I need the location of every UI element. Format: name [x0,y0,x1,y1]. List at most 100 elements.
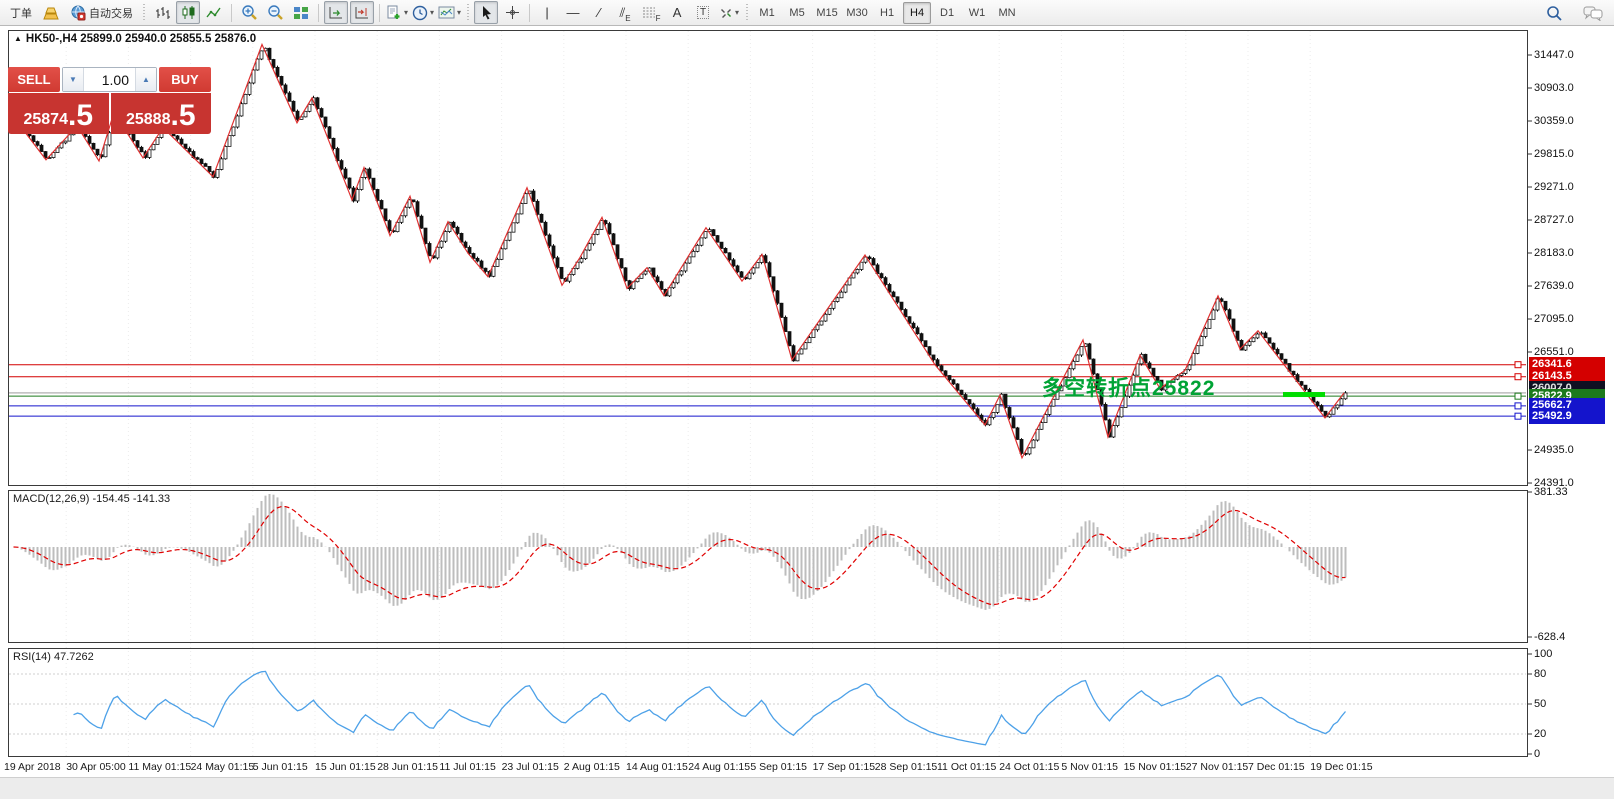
toolbar-grip[interactable] [142,4,146,22]
rsi-tick-label: 20 [1534,728,1546,740]
time-axis-label: 5 Nov 01:15 [1061,761,1118,773]
macd-pane[interactable] [8,490,1528,643]
crosshair-icon [505,5,520,20]
time-axis-label: 15 Nov 01:15 [1124,761,1186,773]
timeframe-m5[interactable]: M5 [783,2,811,24]
bar-chart-button[interactable] [150,1,174,24]
time-axis-label: 30 Apr 05:00 [66,761,126,773]
channel-button[interactable]: ⫽E [613,1,637,24]
time-axis-label: 5 Sep 01:15 [750,761,807,773]
arrows-button[interactable]: ▾ [717,1,741,24]
volume-decrease-button[interactable]: ▼ [63,68,84,91]
order-button[interactable]: 丁单 [5,1,37,24]
zoom-in-button[interactable] [237,1,261,24]
timeframe-h4[interactable]: H4 [903,2,931,24]
chat-button[interactable] [1581,2,1605,25]
text-label-button[interactable]: T [691,1,715,24]
rsi-label: RSI(14) 47.7262 [13,651,94,663]
time-axis-label: 19 Dec 01:15 [1310,761,1372,773]
price-tick-label: 30359.0 [1534,115,1574,127]
cursor-button[interactable] [474,1,498,24]
gold-icon [43,6,59,20]
bar-chart-icon [155,6,170,20]
price-tick-label: 27095.0 [1534,313,1574,325]
trendline-button[interactable]: ∕ [587,1,611,24]
timeframe-m15[interactable]: M15 [813,2,841,24]
price-tick-label: 28183.0 [1534,247,1574,259]
time-axis-label: 15 Jun 01:15 [315,761,376,773]
tile-windows-button[interactable] [289,1,313,24]
volume-value[interactable]: 1.00 [84,68,135,91]
collapse-arrow-icon[interactable]: ▲ [14,34,22,43]
tile-windows-icon [293,6,309,20]
text-button[interactable]: A [665,1,689,24]
sell-button[interactable]: SELL [8,67,60,92]
timeframe-m30[interactable]: M30 [843,2,871,24]
template-caret: ▾ [457,8,461,17]
search-button[interactable] [1542,2,1566,25]
timeframe-m1[interactable]: M1 [753,2,781,24]
toolbar-grip[interactable] [466,4,470,22]
auto-trading-globe-icon [70,5,86,21]
chart-template-icon [438,6,455,19]
toolbar-grip[interactable] [745,4,749,22]
bid-price[interactable]: 25874.5 [8,93,109,134]
price-line-label: 25492.9 [1529,409,1605,424]
time-axis-label: 11 May 01:15 [128,761,191,773]
time-axis-label: 14 Aug 01:15 [626,761,688,773]
timeframe-w1[interactable]: W1 [963,2,991,24]
arrows-caret: ▾ [735,8,739,17]
candlestick-chart-button[interactable] [176,1,200,24]
periods-button[interactable]: ▾ [411,1,435,24]
timeframe-h1[interactable]: H1 [873,2,901,24]
bid-price-main: 25874 [23,112,68,128]
rsi-tick-label: 50 [1534,698,1546,710]
buy-button-label: BUY [171,72,198,87]
horizontal-line-button[interactable]: — [561,1,585,24]
timeframe-d1[interactable]: D1 [933,2,961,24]
bid-price-frac: .5 [68,101,93,131]
time-axis-label: 28 Sep 01:15 [875,761,937,773]
fibonacci-button[interactable]: F [639,1,663,24]
auto-trading-button[interactable]: 自动交易 [65,1,138,24]
periods-clock-icon [412,5,428,21]
chart-title: ▲HK50-,H4 25899.0 25940.0 25855.5 25876.… [14,33,256,45]
time-axis-label: 7 Dec 01:15 [1248,761,1305,773]
time-axis-label: 5 Jun 01:15 [253,761,308,773]
auto-scroll-button[interactable] [324,1,348,24]
candlestick-chart-icon [181,5,196,20]
fibonacci-subscript: F [656,14,661,23]
zoom-out-button[interactable] [263,1,287,24]
buy-button[interactable]: BUY [159,67,211,92]
indicators-button[interactable]: ▾ [385,1,409,24]
ask-price[interactable]: 25888.5 [111,93,212,134]
volume-increase-button[interactable]: ▲ [135,68,156,91]
timeframe-mn[interactable]: MN [993,2,1021,24]
line-chart-button[interactable] [202,1,226,24]
line-chart-icon [206,6,222,20]
chart-annotation: 多空转折点25822 [1042,372,1215,402]
price-tick-label: 26551.0 [1534,346,1574,358]
volume-stepper: ▼ 1.00 ▲ [62,67,157,92]
price-chart-pane[interactable] [8,30,1528,486]
one-click-trading-panel: SELL ▼ 1.00 ▲ BUY 25874.5 25888.5 [8,67,211,135]
new-order-gold-icon[interactable] [39,1,63,24]
template-button[interactable]: ▾ [437,1,462,24]
text-label-icon: T [697,6,709,19]
timeframe-group: M1M5M15M30H1H4D1W1MN [752,1,1022,25]
vertical-line-button[interactable]: | [535,1,559,24]
chart-shift-button[interactable] [350,1,374,24]
rsi-pane[interactable] [8,648,1528,757]
price-tick-label: 28727.0 [1534,214,1574,226]
time-axis-label: 2 Aug 01:15 [564,761,620,773]
crosshair-button[interactable] [500,1,524,24]
zoom-in-icon [241,4,258,21]
price-tick-label: 24935.0 [1534,444,1574,456]
time-axis-label: 24 May 01:15 [191,761,255,773]
sell-button-label: SELL [17,72,50,87]
arrows-icon [719,6,733,20]
auto-trading-label: 自动交易 [89,5,133,21]
time-axis-label: 11 Jul 01:15 [439,761,495,773]
price-tick-label: 31447.0 [1534,49,1574,61]
time-axis-label: 24 Oct 01:15 [999,761,1059,773]
